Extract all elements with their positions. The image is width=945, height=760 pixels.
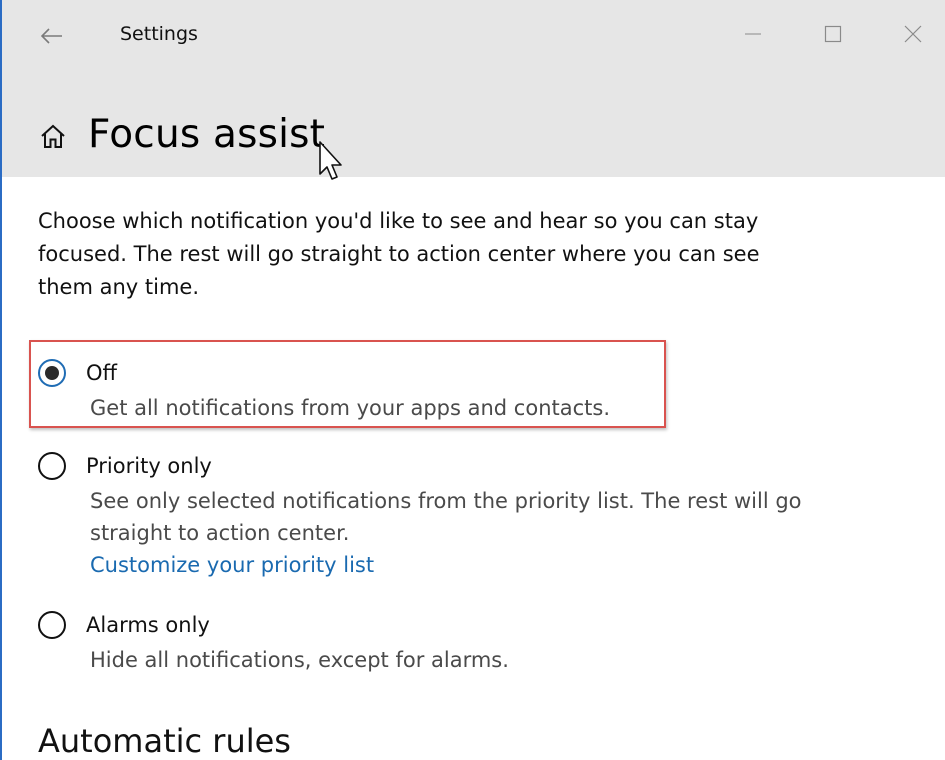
main-content: Choose which notification you'd like to … bbox=[38, 205, 918, 304]
option-alarms-row[interactable]: Alarms only bbox=[38, 608, 878, 642]
back-button[interactable] bbox=[32, 16, 72, 56]
option-priority-label: Priority only bbox=[86, 454, 212, 478]
maximize-icon bbox=[824, 25, 842, 43]
header-area: Settings Focus assist bbox=[2, 0, 945, 180]
minimize-button[interactable] bbox=[730, 14, 776, 54]
mouse-pointer-icon bbox=[319, 141, 342, 180]
option-off-row[interactable]: Off bbox=[38, 356, 878, 390]
option-alarms-only[interactable]: Alarms only Hide all notifications, exce… bbox=[38, 608, 878, 676]
option-off[interactable]: Off Get all notifications from your apps… bbox=[38, 356, 878, 424]
page-heading: Focus assist bbox=[40, 104, 325, 164]
radio-priority-only[interactable] bbox=[38, 452, 66, 480]
option-alarms-description: Hide all notifications, except for alarm… bbox=[90, 648, 509, 672]
automatic-rules-heading: Automatic rules bbox=[38, 722, 291, 760]
page-title: Focus assist bbox=[88, 111, 326, 157]
close-button[interactable] bbox=[890, 14, 936, 54]
minimize-icon bbox=[745, 33, 761, 35]
option-off-description: Get all notifications from your apps and… bbox=[90, 396, 610, 420]
back-arrow-icon bbox=[41, 28, 62, 44]
home-icon[interactable] bbox=[40, 123, 66, 149]
settings-window: Settings Focus assist Choose which notif… bbox=[0, 0, 945, 760]
radio-off[interactable] bbox=[38, 359, 66, 387]
option-priority-description: See only selected notifications from the… bbox=[90, 489, 802, 545]
radio-selected-dot bbox=[45, 366, 59, 380]
close-icon bbox=[904, 25, 922, 43]
maximize-button[interactable] bbox=[810, 14, 856, 54]
title-bar: Settings bbox=[2, 0, 945, 70]
option-priority-only[interactable]: Priority only See only selected notifica… bbox=[38, 449, 878, 581]
intro-text: Choose which notification you'd like to … bbox=[38, 209, 760, 299]
option-priority-row[interactable]: Priority only bbox=[38, 449, 878, 483]
radio-alarms-only[interactable] bbox=[38, 611, 66, 639]
option-off-label: Off bbox=[86, 361, 117, 385]
app-title: Settings bbox=[120, 23, 198, 45]
option-alarms-label: Alarms only bbox=[86, 613, 210, 637]
customize-priority-link[interactable]: Customize your priority list bbox=[90, 549, 878, 581]
